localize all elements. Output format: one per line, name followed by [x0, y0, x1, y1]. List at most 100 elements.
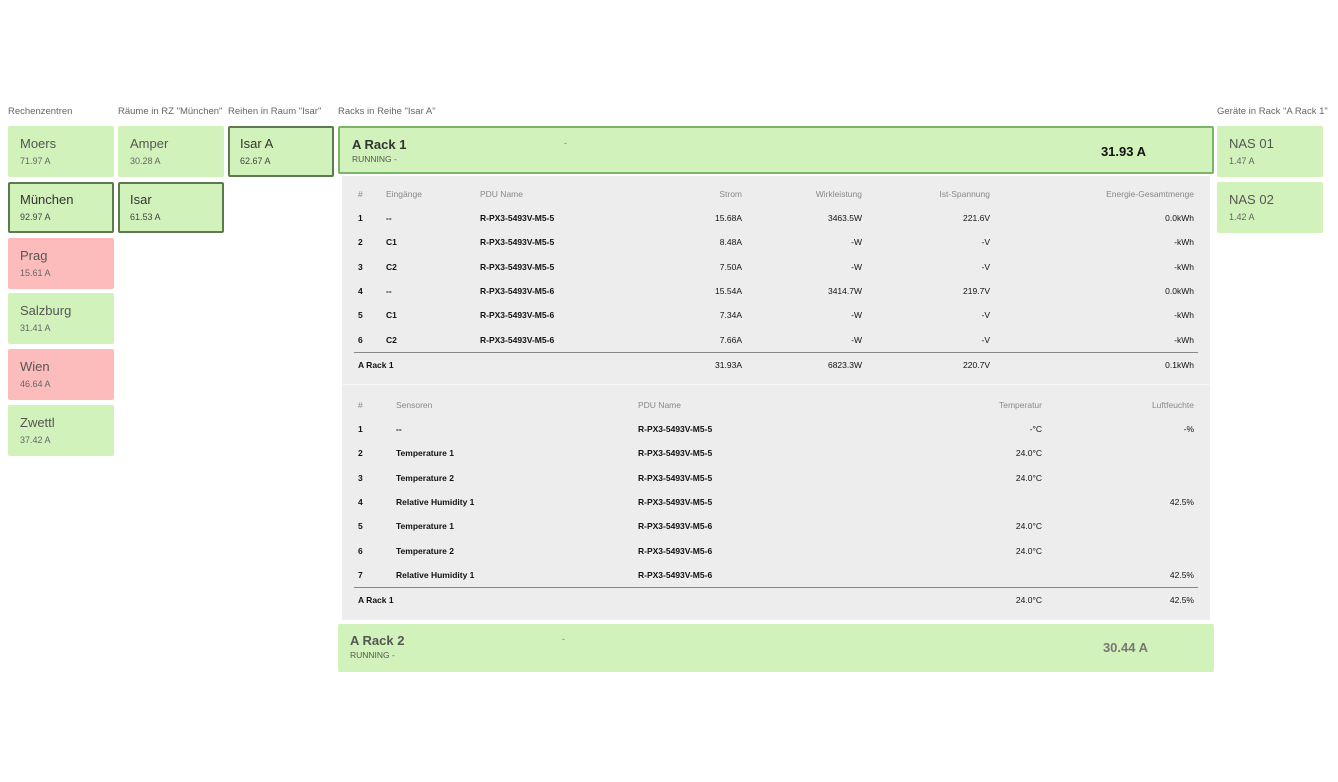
datacenter-current: 37.42 A [20, 435, 51, 445]
device-tile-nas-01[interactable]: NAS 01 1.47 A [1217, 126, 1323, 177]
column-header: Strom [719, 189, 742, 199]
column-header: Energie-Gesamtmenge [1106, 189, 1194, 199]
datacenter-tile-prag[interactable]: Prag 15.61 A [8, 238, 114, 289]
table-row: 3 C2 R-PX3-5493V-M5-5 7.50A -W -V -kWh [354, 255, 1198, 279]
cell: C2 [386, 334, 397, 345]
rooms-header: Räume in RZ "München" [118, 106, 223, 117]
cell: R-PX3-5493V-M5-5 [638, 472, 713, 483]
column-header: Temperatur [999, 400, 1042, 410]
cell: R-PX3-5493V-M5-5 [638, 424, 713, 435]
datacenter-name: Moers [20, 136, 57, 151]
column-header: Luftfeuchte [1151, 400, 1194, 410]
rack-status: RUNNING - [352, 154, 397, 164]
device-tile-nas-02[interactable]: NAS 02 1.42 A [1217, 182, 1323, 233]
cell: -V [981, 334, 991, 345]
cell: R-PX3-5493V-M5-6 [480, 310, 555, 321]
cell: 42.5% [1169, 497, 1194, 508]
cell: 24.0°C [1015, 545, 1042, 556]
datacenter-name: Salzburg [20, 303, 72, 318]
total-label: A Rack 1 [354, 351, 626, 377]
room-tile-amper[interactable]: Amper 30.28 A [118, 126, 224, 177]
room-tile-isar[interactable]: Isar 61.53 A [118, 182, 224, 233]
cell: 1 [358, 424, 363, 435]
cell: 2 [358, 448, 363, 459]
rack-tile-a-rack-1[interactable]: A Rack 1 RUNNING - - 31.93 A [338, 126, 1214, 174]
cell: 219.7V [963, 286, 990, 297]
datacenter-name: München [20, 192, 74, 207]
cell: -- [386, 286, 392, 297]
datacenter-tile-moers[interactable]: Moers 71.97 A [8, 126, 114, 177]
cell: -kWh [1174, 334, 1194, 345]
cell: 15.68A [715, 213, 742, 224]
cell: Relative Humidity 1 [396, 497, 475, 508]
cell: C2 [386, 261, 397, 272]
room-current: 30.28 A [130, 156, 161, 166]
datacenter-current: 71.97 A [20, 156, 51, 166]
datacenter-tile-zwettl[interactable]: Zwettl 37.42 A [8, 405, 114, 456]
datacenter-tile-salzburg[interactable]: Salzburg 31.41 A [8, 293, 114, 344]
section-divider [342, 384, 1210, 385]
cell: 4 [358, 497, 363, 508]
cell: R-PX3-5493V-M5-5 [480, 213, 555, 224]
cell: Temperature 1 [396, 448, 454, 459]
cell: Temperature 2 [396, 545, 454, 556]
cell: 6 [358, 545, 363, 556]
cell: R-PX3-5493V-M5-6 [638, 569, 713, 580]
rack-tile-a-rack-2[interactable]: A Rack 2 RUNNING - - 30.44 A [338, 624, 1214, 672]
cell: 0.0kWh [1165, 213, 1194, 224]
datacenter-name: Zwettl [20, 415, 55, 430]
cell: R-PX3-5493V-M5-6 [480, 334, 555, 345]
rack-current: 31.93 A [1100, 144, 1146, 159]
cell [1046, 466, 1198, 490]
column-header: Wirkleistung [815, 189, 862, 199]
cell: 24.0°C [1015, 472, 1042, 483]
cell [834, 563, 1046, 588]
table-row: 5 C1 R-PX3-5493V-M5-6 7.34A -W -V -kWh [354, 303, 1198, 327]
datacenter-tile-muenchen[interactable]: München 92.97 A [8, 182, 114, 233]
cell: -W [851, 310, 862, 321]
cell: 0.1kWh [994, 351, 1198, 377]
racks-header: Racks in Reihe "Isar A" [338, 106, 436, 117]
cell: 3 [358, 261, 363, 272]
cell: R-PX3-5493V-M5-6 [638, 545, 713, 556]
datacenter-tile-wien[interactable]: Wien 46.64 A [8, 349, 114, 400]
cell: 0.0kWh [1165, 286, 1194, 297]
inputs-header-row: # Eingänge PDU Name Strom Wirkleistung I… [354, 182, 1198, 206]
cell: R-PX3-5493V-M5-5 [480, 237, 555, 248]
sensors-table: # Sensoren PDU Name Temperatur Luftfeuch… [354, 393, 1198, 613]
rows-header: Reihen in Raum "Isar" [228, 106, 322, 117]
cell: -W [851, 334, 862, 345]
cell: 7.66A [719, 334, 742, 345]
datacenter-current: 92.97 A [20, 212, 51, 222]
cell: -kWh [1174, 261, 1194, 272]
rack-status: RUNNING - [350, 650, 395, 660]
cell: 6823.3W [746, 351, 866, 377]
cell: 220.7V [866, 351, 994, 377]
devices-header: Geräte in Rack "A Rack 1" [1217, 106, 1328, 117]
cell: -W [851, 261, 862, 272]
cell: 4 [358, 286, 363, 297]
table-row: 2 Temperature 1 R-PX3-5493V-M5-5 24.0°C [354, 441, 1198, 465]
cell: 8.48A [719, 237, 742, 248]
cell: 24.0°C [1015, 521, 1042, 532]
device-name: NAS 01 [1229, 136, 1274, 151]
datacenter-name: Wien [20, 359, 50, 374]
table-total-row: A Rack 1 31.93A 6823.3W 220.7V 0.1kWh [354, 351, 1198, 377]
room-name: Isar [130, 192, 152, 207]
table-row: 2 C1 R-PX3-5493V-M5-5 8.48A -W -V -kWh [354, 230, 1198, 254]
cell: -kWh [1174, 237, 1194, 248]
column-header: Ist-Spannung [939, 189, 990, 199]
cell: -kWh [1174, 310, 1194, 321]
cell [1046, 538, 1198, 562]
cell [834, 490, 1046, 514]
rack-name: A Rack 2 [350, 633, 405, 648]
datacenter-current: 46.64 A [20, 379, 51, 389]
datacenters-header: Rechenzentren [8, 106, 73, 117]
column-header: PDU Name [638, 400, 681, 410]
device-current: 1.47 A [1229, 156, 1255, 166]
cell: 6 [358, 334, 363, 345]
sensors-header-row: # Sensoren PDU Name Temperatur Luftfeuch… [354, 393, 1198, 417]
cell: 24.0°C [1015, 448, 1042, 459]
column-header: # [358, 189, 363, 199]
row-tile-isar-a[interactable]: Isar A 62.67 A [228, 126, 334, 177]
